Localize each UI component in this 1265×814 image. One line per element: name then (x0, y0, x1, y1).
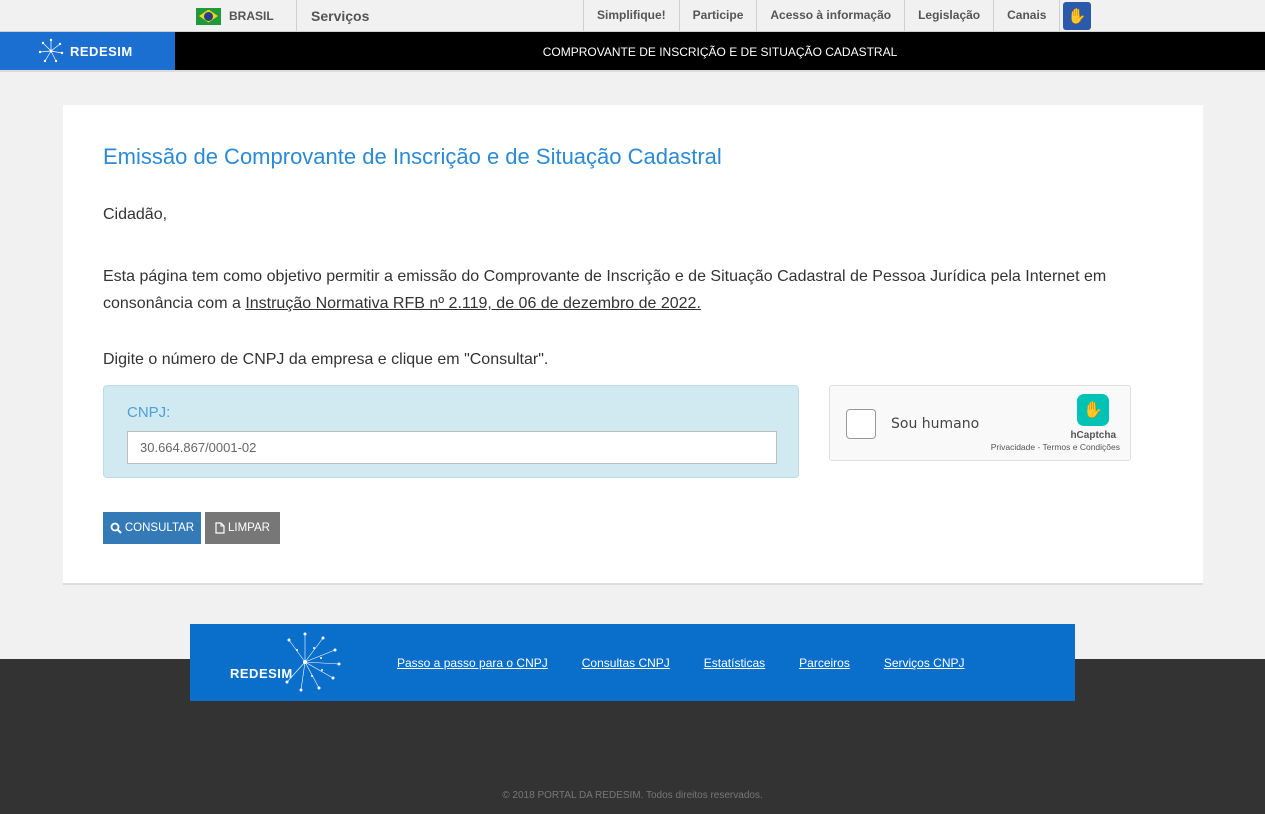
gov-link-canais[interactable]: Canais (993, 0, 1059, 32)
search-icon (110, 522, 122, 534)
captcha-label: Sou humano (891, 416, 980, 432)
instruction-text: Digite o número de CNPJ da empresa e cli… (103, 351, 549, 368)
page-title: Emissão de Comprovante de Inscrição e de… (103, 144, 722, 169)
brazil-flag-icon (196, 7, 221, 25)
consultar-label: CONSULTAR (124, 522, 195, 534)
limpar-label: LIMPAR (228, 522, 270, 534)
cnpj-input[interactable] (127, 431, 777, 464)
consultar-button[interactable]: CONSULTAR (103, 512, 201, 544)
footer-logo-text: REDESIM (230, 666, 293, 681)
brasil-link[interactable]: BRASIL (196, 0, 274, 32)
redesim-burst-icon (285, 632, 341, 692)
redesim-burst-icon (38, 38, 64, 63)
copyright-text: 2018 PORTAL DA REDESIM. Todos direitos r… (512, 790, 763, 801)
sign-language-icon: ✋ (1062, 2, 1091, 30)
gov-bar: BRASIL Serviços Simplifique! Participe A… (0, 0, 1265, 32)
file-icon (215, 522, 225, 534)
gov-links: Simplifique! Participe Acesso à informaç… (583, 0, 1093, 32)
divider (296, 0, 297, 32)
captcha-brand: hCaptcha (1070, 430, 1116, 441)
accessibility-button[interactable]: ✋ (1059, 0, 1093, 32)
captcha-checkbox[interactable] (846, 409, 876, 439)
footer-link-consultas-cnpj[interactable]: Consultas CNPJ (582, 656, 670, 670)
footer-link-servicos-cnpj[interactable]: Serviços CNPJ (884, 656, 965, 670)
gov-link-simplifique[interactable]: Simplifique! (583, 0, 679, 32)
footer-link-passo-a-passo[interactable]: Passo a passo para o CNPJ (397, 656, 548, 670)
cnpj-label: CNPJ: (127, 404, 171, 421)
gov-link-participe[interactable]: Participe (678, 0, 757, 32)
redesim-logo-text: REDESIM (70, 43, 133, 59)
captcha-privacy-terms-links[interactable]: Privacidade - Termos e Condições (991, 442, 1120, 452)
footer-links: Passo a passo para o CNPJ Consultas CNPJ… (397, 656, 965, 670)
redesim-logo[interactable]: REDESIM (0, 32, 175, 70)
greeting: Cidadão, (103, 206, 168, 223)
copyright: © 2018 PORTAL DA REDESIM. Todos direitos… (0, 790, 1265, 801)
site-header: REDESIM COMPROVANTE DE INSCRIÇÃO E DE SI… (0, 32, 1265, 70)
header-divider (0, 70, 1265, 72)
instrucao-normativa-link[interactable]: Instrução Normativa RFB nº 2.119, de 06 … (245, 295, 701, 312)
copyright-icon: © (502, 790, 510, 801)
footer-nav: REDESIM Passo a passo para o CNPJ Consul… (190, 624, 1075, 701)
servicos-link[interactable]: Serviços (311, 0, 369, 32)
footer-redesim-logo[interactable]: REDESIM (230, 632, 345, 694)
hcaptcha-logo-icon: ✋ (1077, 394, 1109, 426)
gov-link-acesso-informacao[interactable]: Acesso à informação (756, 0, 904, 32)
description-paragraph: Esta página tem como objetivo permitir a… (103, 263, 1123, 317)
limpar-button[interactable]: LIMPAR (205, 512, 280, 544)
gov-link-legislacao[interactable]: Legislação (904, 0, 993, 32)
footer-link-parceiros[interactable]: Parceiros (799, 656, 850, 670)
header-title: COMPROVANTE DE INSCRIÇÃO E DE SITUAÇÃO C… (542, 45, 898, 59)
main-card: Emissão de Comprovante de Inscrição e de… (63, 105, 1203, 585)
footer-link-estatisticas[interactable]: Estatísticas (704, 656, 765, 670)
cnpj-form-panel: CNPJ: (103, 385, 799, 478)
brasil-label: BRASIL (229, 9, 274, 23)
hcaptcha-widget: Sou humano ✋ hCaptcha Privacidade - Term… (829, 385, 1131, 461)
